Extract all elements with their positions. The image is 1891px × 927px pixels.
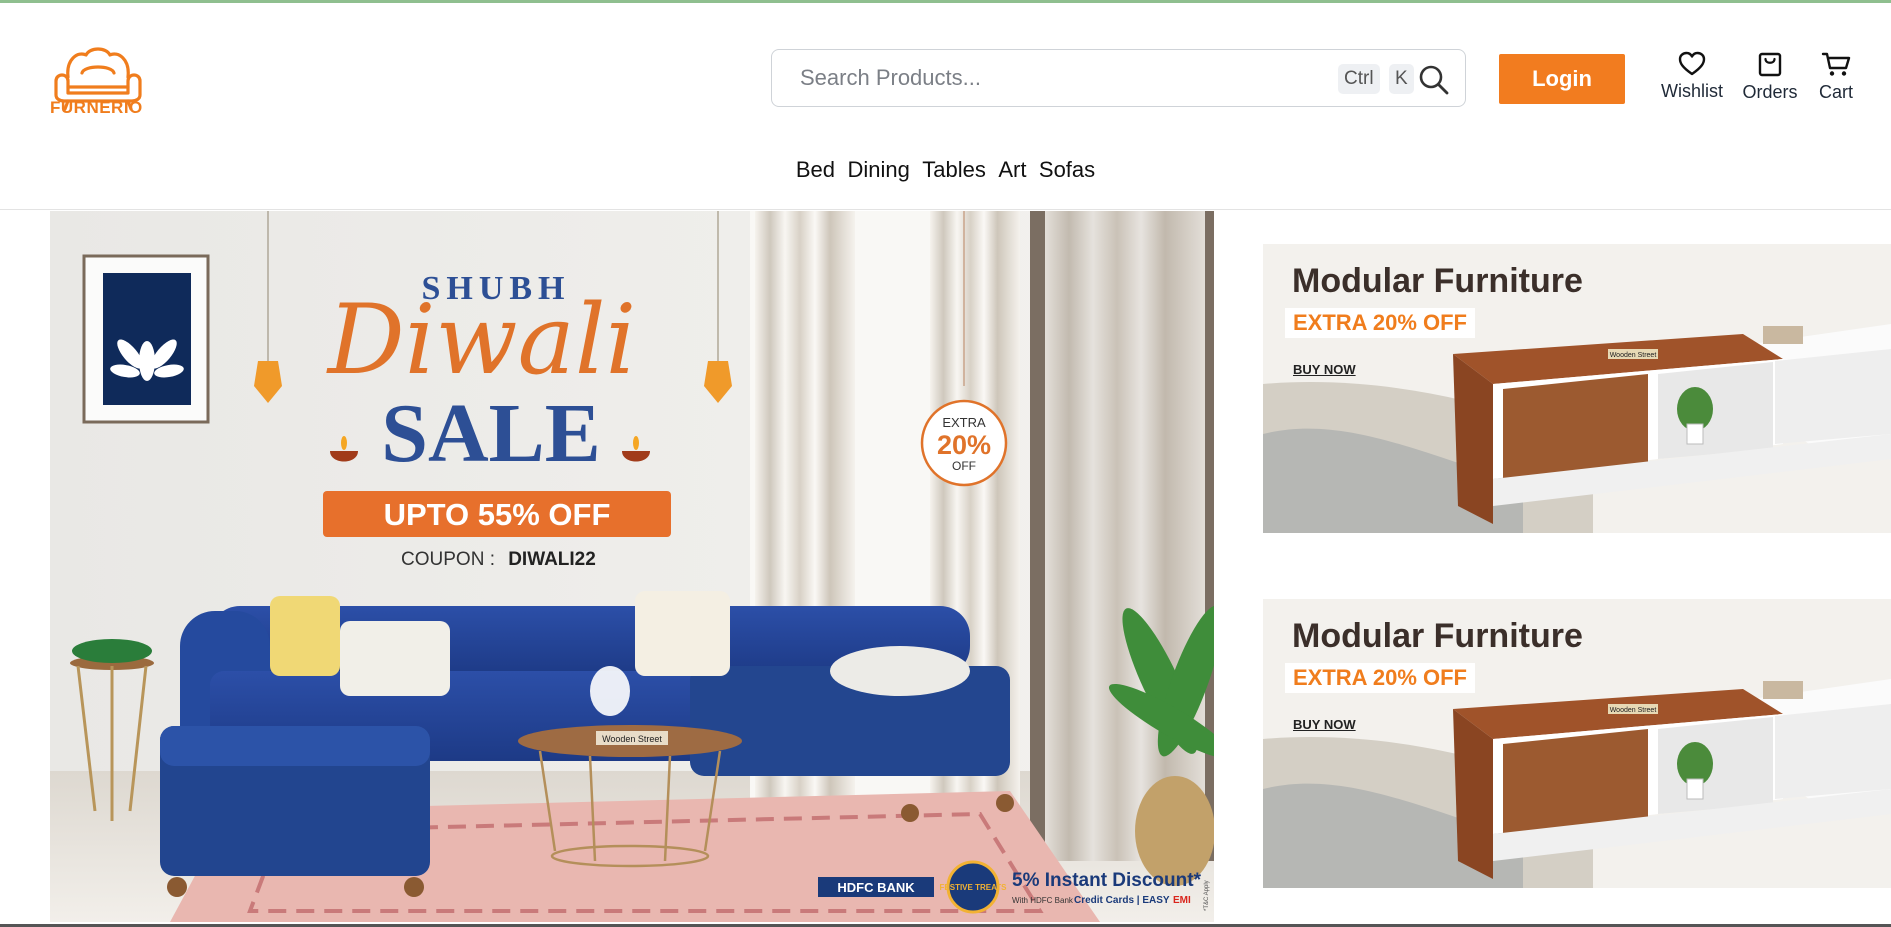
shortcut-ctrl-key: Ctrl bbox=[1338, 64, 1380, 94]
brand-name: FURNERIO bbox=[50, 98, 143, 117]
coupon-code: DIWALI22 bbox=[508, 549, 596, 570]
modular-furniture-banner[interactable]: Wooden Street Modular Furniture EXTRA 20… bbox=[1263, 599, 1891, 888]
wishlist-link[interactable]: Wishlist bbox=[1656, 51, 1728, 102]
search-bar[interactable]: Ctrl K bbox=[771, 49, 1466, 107]
hero-illustration: SHUBH Diwali SALE UPTO 55% OFF COUPON : … bbox=[50, 211, 1214, 922]
buy-now-link[interactable]: BUY NOW bbox=[1293, 362, 1356, 377]
instant-discount: 5% Instant Discount* bbox=[1012, 870, 1202, 891]
orders-label: Orders bbox=[1742, 82, 1798, 102]
category-tables[interactable]: Tables bbox=[922, 157, 986, 183]
modular-furniture-banner[interactable]: Wooden Street Modular Furniture EXTRA 20… bbox=[1263, 244, 1891, 533]
bank-note-cards: Credit Cards | EASY bbox=[1074, 895, 1170, 906]
wishlist-label: Wishlist bbox=[1661, 81, 1723, 101]
bank-note-emi: EMI bbox=[1173, 895, 1191, 906]
banner-offer: EXTRA 20% OFF bbox=[1285, 663, 1475, 693]
coupon-label: COUPON : bbox=[401, 549, 495, 570]
badge-extra: EXTRA bbox=[942, 415, 986, 430]
category-art[interactable]: Art bbox=[998, 157, 1026, 183]
desk-tag: Wooden Street bbox=[1610, 352, 1657, 359]
hero-diwali: Diwali bbox=[326, 284, 636, 396]
hero-sale: SALE bbox=[381, 387, 600, 480]
banner-title: Modular Furniture bbox=[1292, 262, 1583, 300]
bank-name: HDFC BANK bbox=[837, 880, 915, 895]
hero-discount: UPTO 55% OFF bbox=[384, 497, 611, 532]
search-input[interactable] bbox=[800, 62, 1320, 94]
diwali-sale-hero-banner[interactable]: SHUBH Diwali SALE UPTO 55% OFF COUPON : … bbox=[50, 211, 1214, 922]
site-header: FURNERIO Ctrl K Login Wishlist Orders bbox=[0, 3, 1891, 210]
category-nav: Bed Dining Tables Art Sofas bbox=[0, 157, 1891, 183]
table-tag: Wooden Street bbox=[602, 734, 662, 744]
cart-link[interactable]: Cart bbox=[1810, 51, 1862, 103]
tc-apply: *T&C Apply bbox=[1204, 880, 1210, 911]
banner-offer: EXTRA 20% OFF bbox=[1285, 308, 1475, 338]
cart-icon bbox=[1821, 52, 1851, 76]
badge-value: 20% bbox=[937, 430, 991, 460]
cart-label: Cart bbox=[1818, 82, 1853, 102]
category-bed[interactable]: Bed bbox=[796, 157, 835, 183]
category-dining[interactable]: Dining bbox=[847, 157, 909, 183]
badge-off: OFF bbox=[952, 459, 976, 473]
desk-tag: Wooden Street bbox=[1610, 707, 1657, 714]
search-icon[interactable] bbox=[1418, 64, 1450, 96]
shortcut-k-key: K bbox=[1389, 64, 1414, 94]
shopping-bag-icon bbox=[1758, 52, 1782, 77]
banner-title: Modular Furniture bbox=[1292, 617, 1583, 655]
heart-icon bbox=[1678, 51, 1706, 76]
category-sofas[interactable]: Sofas bbox=[1039, 157, 1095, 183]
login-button[interactable]: Login bbox=[1499, 54, 1625, 104]
bank-note-prefix: With HDFC Bank bbox=[1012, 896, 1074, 905]
buy-now-link[interactable]: BUY NOW bbox=[1293, 717, 1356, 732]
orders-link[interactable]: Orders bbox=[1738, 51, 1802, 103]
festive-treats: FESTIVE TREATS bbox=[940, 883, 1008, 892]
